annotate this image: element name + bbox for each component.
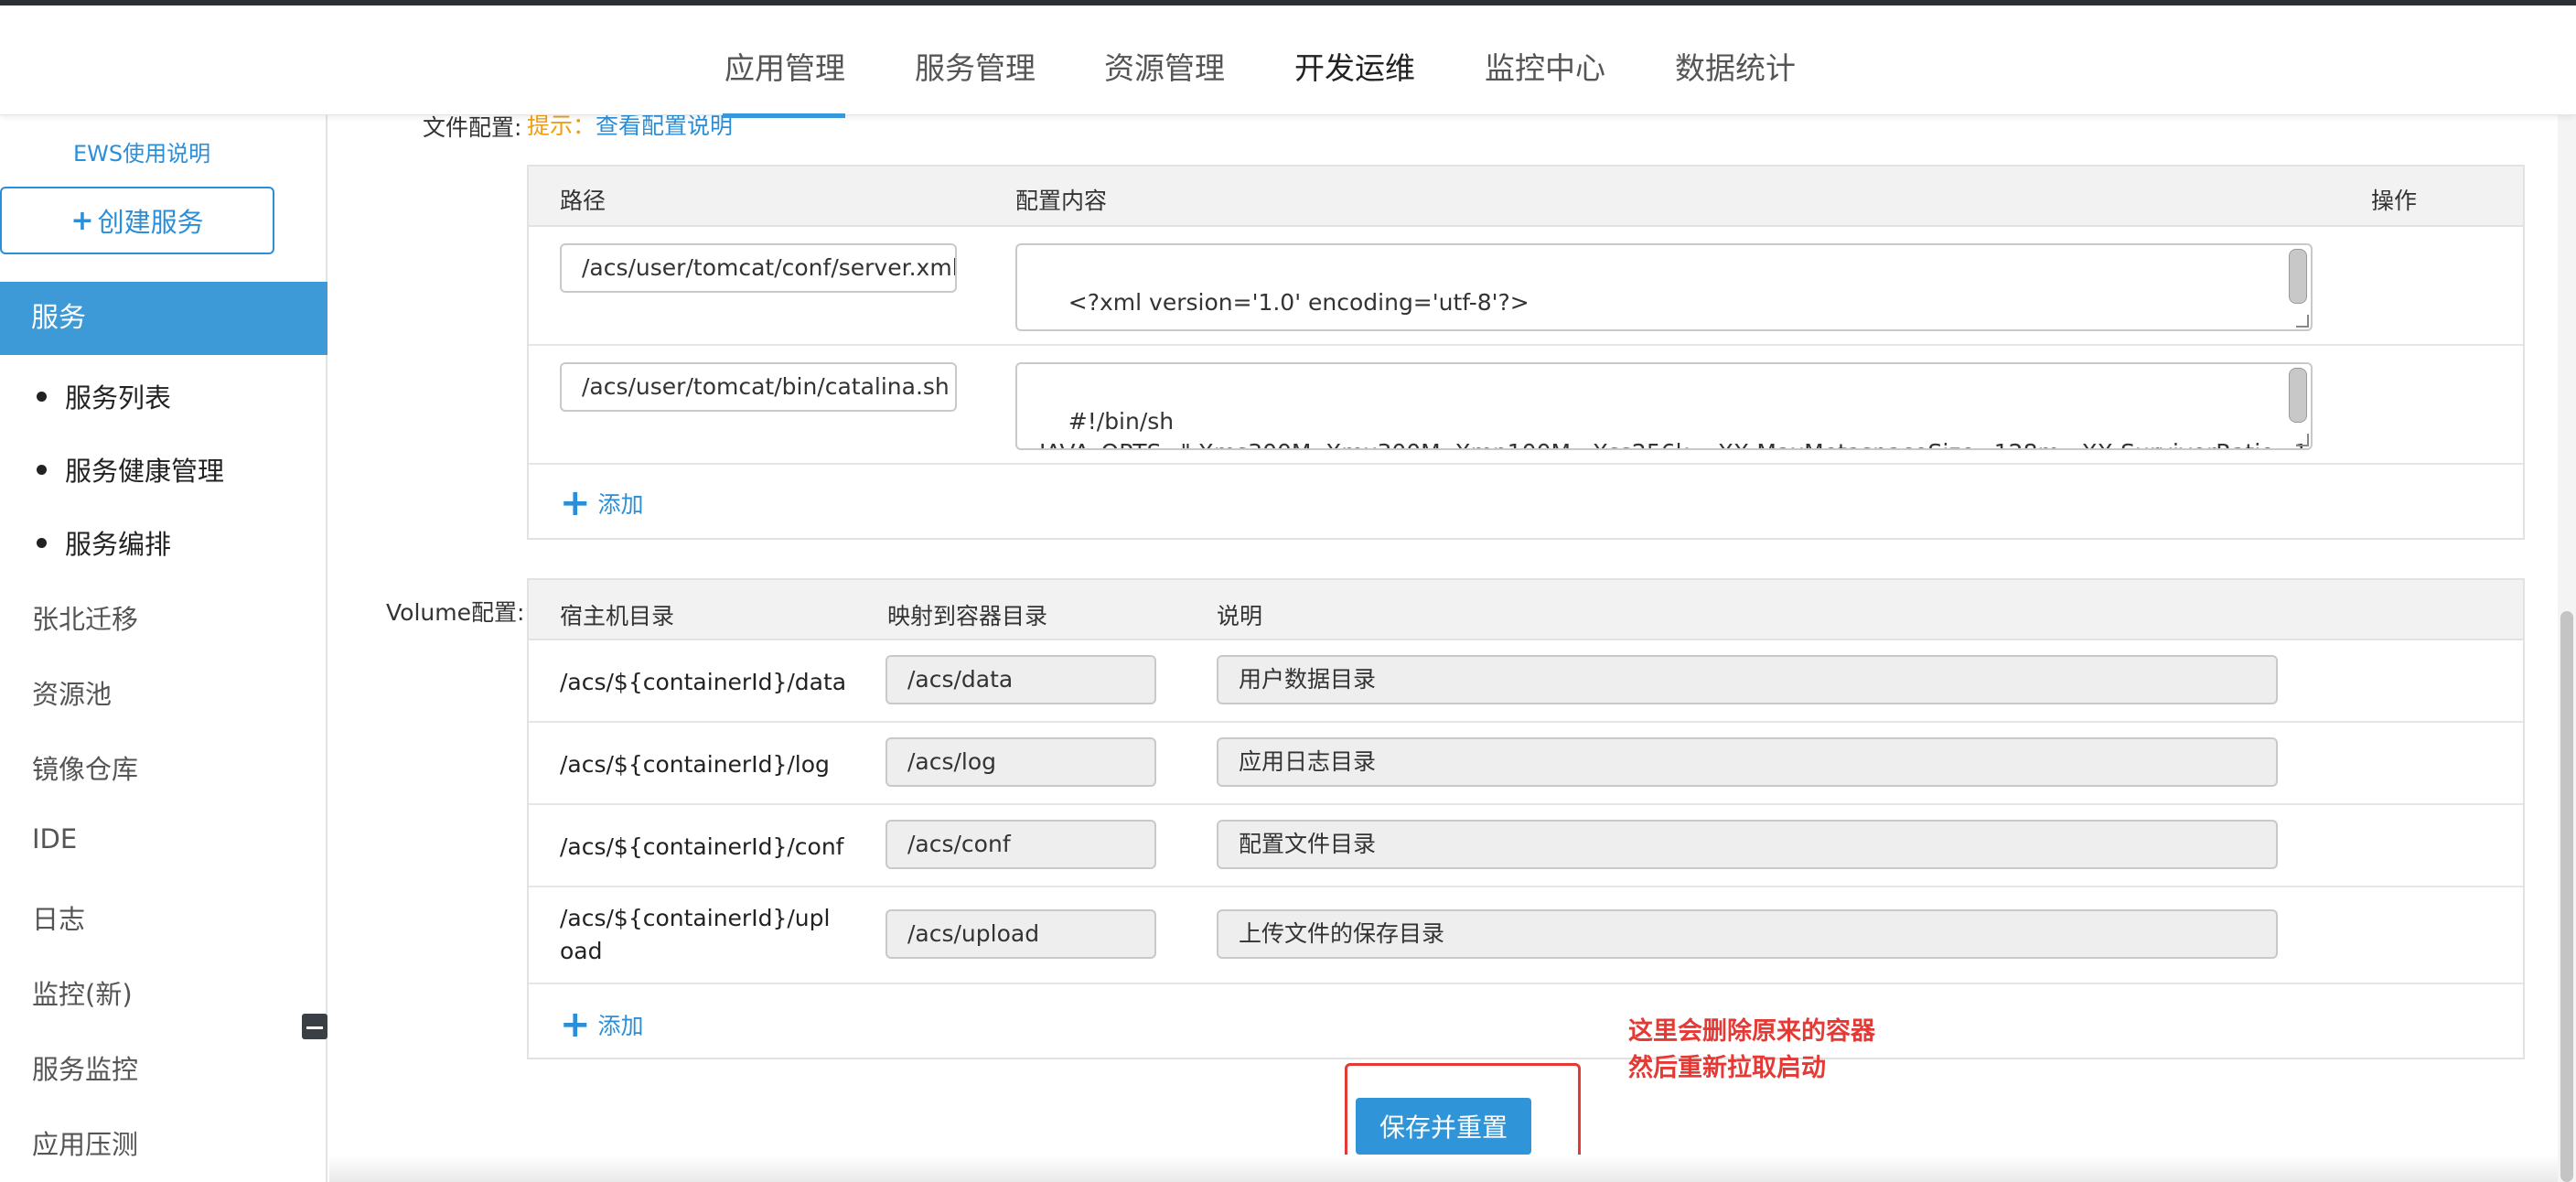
sidebar-item-resource-pool[interactable]: 资源池 [32,673,112,712]
column-container-dir: 映射到容器目录 [887,603,1048,629]
sidebar: EWS使用说明 + 创建服务 服务 服务列表 服务健康管理 服务编排 张北迁移 … [0,115,327,1182]
description-input[interactable]: 上传文件的保存目录 [1217,909,2278,959]
column-host-dir: 宿主机目录 [560,603,675,629]
page-scrollbar[interactable] [2558,115,2576,1182]
description-input[interactable]: 用户数据目录 [1217,655,2278,704]
description-input[interactable]: 配置文件目录 [1217,820,2278,869]
top-nav: 应用管理 服务管理 资源管理 开发运维 监控中心 数据统计 [0,5,2576,118]
plus-icon: + [560,482,591,524]
host-dir-cell: /acs/${containerId}/conf [560,833,844,860]
path-input[interactable]: /acs/user/tomcat/bin/catalina.sh [560,362,957,412]
sidebar-item-load-testing[interactable]: 应用压测 [32,1123,138,1162]
column-description: 说明 [1217,603,1263,629]
file-config-table-header: 路径 配置内容 操作 [529,167,2523,227]
sidebar-item-ide[interactable]: IDE [32,823,77,854]
sidebar-subitem-service-health[interactable]: 服务健康管理 [37,450,224,489]
row-divider [529,344,2523,346]
volume-config-table: 宿主机目录 映射到容器目录 说明 /acs/${containerId}/dat… [527,578,2525,1059]
bullet-icon [37,391,47,402]
textarea-scrollbar[interactable] [2289,249,2307,304]
row-divider [529,721,2523,723]
nav-devops[interactable]: 开发运维 [1294,44,1415,88]
description-input[interactable]: 应用日志目录 [1217,737,2278,787]
row-divider [529,983,2523,984]
annotation-line-2: 然后重新拉取启动 [1628,1054,1826,1082]
textarea-scrollbar[interactable] [2289,368,2307,423]
hint-prefix: 提示： [527,113,596,139]
ews-guide-link[interactable]: EWS使用说明 [73,135,210,167]
add-label: 添加 [597,1013,644,1039]
add-volume-button[interactable]: + 添加 [560,1004,644,1046]
column-action: 操作 [2371,188,2418,214]
container-dir-input[interactable]: /acs/data [886,655,1156,704]
host-dir-cell: /acs/${containerId}/log [560,751,830,778]
annotation-text: 这里会删除原来的容器 然后重新拉取启动 [1628,1014,1875,1087]
container-dir-input[interactable]: /acs/conf [886,820,1156,869]
volume-config-table-header: 宿主机目录 映射到容器目录 说明 [529,580,2523,640]
nav-service-management[interactable]: 服务管理 [915,44,1036,88]
bullet-icon [37,537,47,548]
row-divider [529,803,2523,805]
sidebar-item-monitoring-new[interactable]: 监控(新) [32,973,133,1012]
add-file-config-button[interactable]: + 添加 [560,482,644,524]
config-content-text: <?xml version='1.0' encoding='utf-8'?> <… [1068,289,1530,316]
nav-app-management[interactable]: 应用管理 [724,44,845,88]
volume-config-label: Volume配置: [386,599,525,626]
nav-monitoring-center[interactable]: 监控中心 [1485,44,1605,88]
sidebar-subitem-label: 服务健康管理 [65,456,225,487]
create-service-label: 创建服务 [97,207,204,238]
config-content-textarea[interactable]: #!/bin/sh JAVA_OPTS="-Xms300M -Xmx300M -… [1015,362,2313,450]
create-service-button[interactable]: + 创建服务 [0,187,274,254]
plus-icon: + [70,204,94,237]
bullet-icon [37,464,47,475]
host-dir-cell: /acs/${containerId}/data [560,669,847,695]
config-content-textarea[interactable]: <?xml version='1.0' encoding='utf-8'?> <… [1015,243,2313,331]
column-config-content: 配置内容 [1015,188,1108,214]
sidebar-item-service[interactable]: 服务 [0,282,327,355]
config-content-text: #!/bin/sh JAVA_OPTS="-Xms300M -Xmx300M -… [1039,408,2311,448]
column-path: 路径 [560,188,606,214]
row-divider [529,886,2523,887]
sidebar-item-image-registry[interactable]: 镜像仓库 [32,748,138,787]
row-divider [529,463,2523,465]
resize-handle-icon[interactable] [2296,315,2309,328]
path-input[interactable]: /acs/user/tomcat/conf/server.xml [560,243,957,293]
save-and-reset-button[interactable]: 保存并重置 [1356,1098,1531,1155]
bottom-shadow [329,1155,2558,1182]
collapse-sidebar-icon[interactable] [302,1014,327,1039]
sidebar-item-service-monitoring[interactable]: 服务监控 [32,1048,138,1087]
file-config-table: 路径 配置内容 操作 /acs/user/tomcat/conf/server.… [527,165,2525,540]
sidebar-subitem-label: 服务编排 [65,529,172,560]
host-dir-cell: /acs/${containerId}/upload [560,905,831,964]
sidebar-item-logs[interactable]: 日志 [32,898,85,937]
view-config-guide-link[interactable]: 查看配置说明 [596,113,733,139]
annotation-line-1: 这里会删除原来的容器 [1628,1017,1875,1046]
nav-active-indicator [723,113,845,118]
nav-resource-management[interactable]: 资源管理 [1104,44,1225,88]
sidebar-subitem-service-list[interactable]: 服务列表 [37,377,171,415]
page-scrollbar-thumb[interactable] [2560,611,2573,1182]
resize-handle-icon[interactable] [2296,434,2309,446]
plus-icon: + [560,1004,591,1046]
container-dir-input[interactable]: /acs/upload [886,909,1156,959]
add-label: 添加 [597,491,644,518]
container-dir-input[interactable]: /acs/log [886,737,1156,787]
nav-data-statistics[interactable]: 数据统计 [1675,44,1796,88]
sidebar-subitem-service-orchestration[interactable]: 服务编排 [37,523,171,562]
sidebar-item-zhangbei-migration[interactable]: 张北迁移 [32,598,138,637]
sidebar-subitem-label: 服务列表 [65,382,172,414]
